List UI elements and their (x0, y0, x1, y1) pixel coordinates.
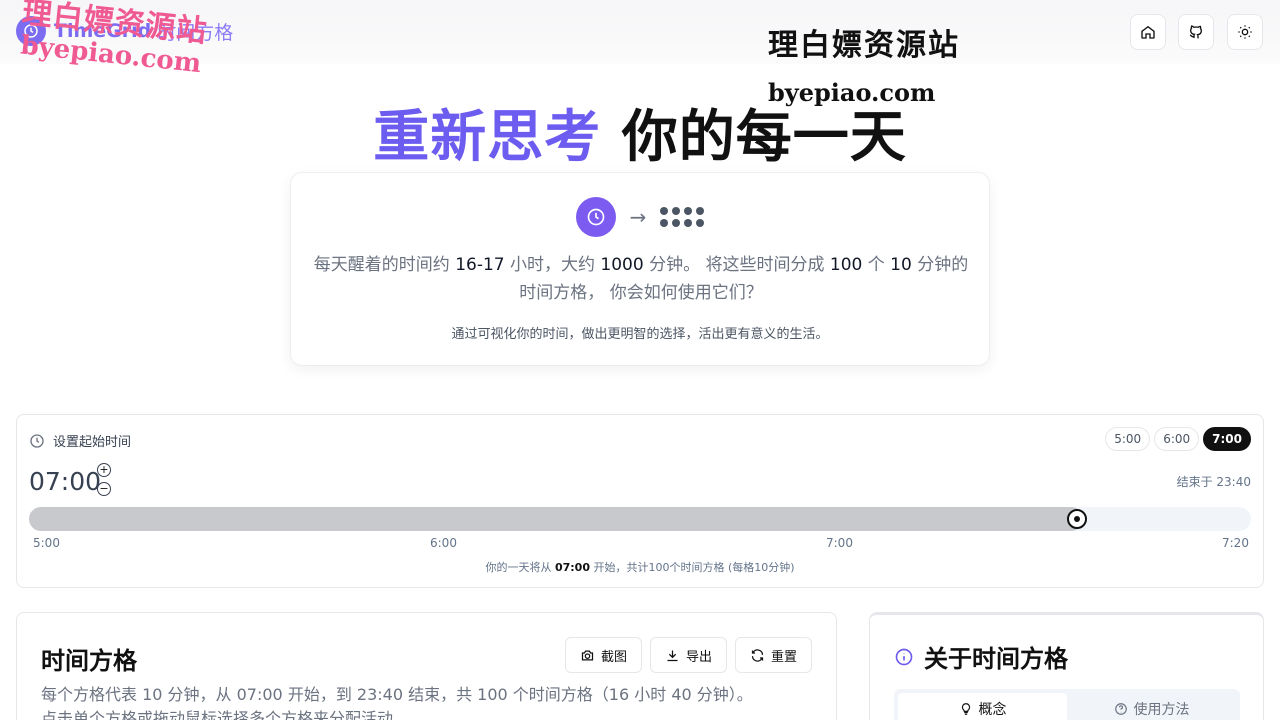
github-button[interactable] (1178, 14, 1214, 50)
hero-title-accent: 重新思考 (373, 105, 602, 170)
tick-label: 7:20 (1222, 536, 1249, 550)
slider-ticks: 5:00 6:00 7:00 7:20 (29, 536, 1251, 552)
about-title: 关于时间方格 (894, 639, 1068, 674)
home-button[interactable] (1130, 14, 1166, 50)
preset-7[interactable]: 7:00 (1203, 427, 1251, 451)
theme-toggle-button[interactable] (1227, 14, 1263, 50)
intro-subtitle: 通过可视化你的时间，做出更明智的选择，活出更有意义的生活。 (451, 327, 829, 342)
time-grid-actions: 截图 导出 重置 (557, 637, 812, 673)
end-time-label: 结束于 23:40 (1176, 475, 1251, 489)
hero-title: 重新思考 你的每一天 (0, 92, 1280, 173)
preset-group: 5:00 6:00 7:00 (1101, 427, 1251, 451)
start-time-slider[interactable] (29, 507, 1251, 531)
reset-button[interactable]: 重置 (734, 637, 812, 673)
github-icon (1189, 25, 1203, 39)
watermark-text: 理白嫖资源站 (768, 28, 960, 63)
tab-concept[interactable]: 概念 (898, 693, 1067, 720)
time-grid-title: 时间方格 (41, 647, 137, 675)
preset-6[interactable]: 6:00 (1154, 427, 1200, 451)
current-start-time: 07:00 (29, 467, 102, 496)
watermark-left: 理白嫖资源站 byepiao.com (17, 0, 209, 80)
grid-dots-icon (660, 207, 705, 227)
decrement-button[interactable]: − (97, 482, 111, 496)
help-circle-icon (1114, 703, 1127, 715)
slider-thumb[interactable] (1067, 509, 1087, 529)
camera-icon (581, 650, 594, 660)
tick-label: 6:00 (430, 536, 457, 550)
lightbulb-icon (961, 703, 970, 715)
time-grid-card: 时间方格 截图 导出 重置 每个方格代表 10 分钟，从 07:00 开始，到 … (16, 612, 837, 720)
export-button[interactable]: 导出 (649, 637, 727, 673)
clock-icon (30, 433, 44, 448)
sun-icon (1238, 25, 1252, 39)
tab-usage[interactable]: 使用方法 (1067, 693, 1236, 720)
intro-card: → 每天醒着的时间约 16-17 小时，大约 1000 分钟。 将这些时间分成 … (290, 172, 990, 366)
about-tabs: 概念 使用方法 (894, 689, 1240, 720)
slider-fill (29, 507, 1083, 531)
home-icon (1141, 25, 1155, 39)
start-time-label: 设置起始时间 (53, 435, 132, 450)
time-stepper: + − (97, 463, 113, 501)
about-card: 关于时间方格 概念 使用方法 (869, 612, 1264, 720)
time-grid-description: 每个方格代表 10 分钟，从 07:00 开始，到 23:40 结束，共 100… (41, 685, 753, 720)
download-icon (667, 650, 678, 661)
tick-label: 7:00 (826, 536, 853, 550)
clock-icon (575, 197, 616, 237)
intro-text: 每天醒着的时间约 16-17 小时，大约 1000 分钟。 将这些时间分成 10… (313, 255, 969, 303)
refresh-icon (751, 648, 764, 662)
hero-title-rest: 你的每一天 (621, 105, 907, 170)
preset-5[interactable]: 5:00 (1105, 427, 1151, 451)
info-icon (895, 648, 913, 665)
start-time-summary: 你的一天将从 07:00 开始，共计100个时间方格 (每格10分钟) (485, 561, 795, 574)
increment-button[interactable]: + (97, 463, 111, 477)
arrow-right-icon: → (629, 205, 647, 229)
tick-label: 5:00 (33, 536, 60, 550)
start-time-heading: 设置起始时间 (29, 431, 131, 450)
start-time-card: 设置起始时间 5:00 6:00 7:00 07:00 + − 结束于 23:4… (16, 414, 1264, 588)
screenshot-button[interactable]: 截图 (564, 637, 642, 673)
intro-illustration: → (291, 197, 989, 237)
